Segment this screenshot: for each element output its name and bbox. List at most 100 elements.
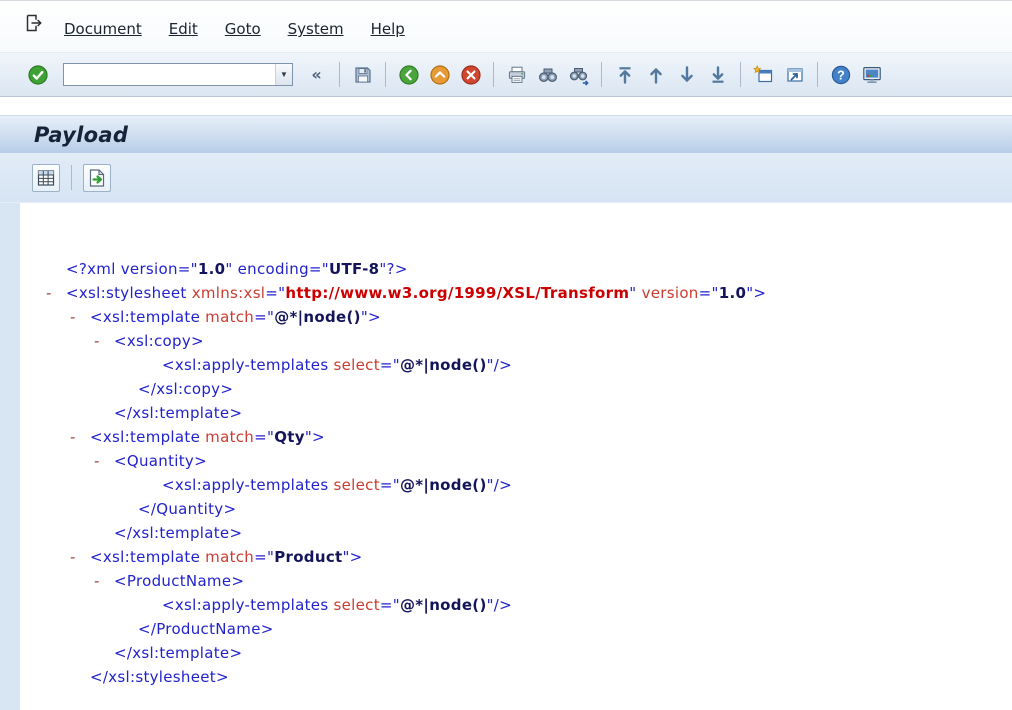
xml-token-tag: "/> — [487, 476, 512, 494]
grid-display-button[interactable] — [32, 164, 60, 192]
xml-token-tag: " — [629, 284, 641, 302]
xml-token-tag: "> — [746, 284, 766, 302]
page-up-icon — [645, 64, 667, 86]
xml-line: </xsl:stylesheet> — [46, 665, 1006, 689]
menu-item-help[interactable]: Help — [371, 20, 405, 38]
xml-line: -<ProductName> — [46, 569, 1006, 593]
binoculars-next-icon — [568, 64, 590, 86]
collapse-toggle[interactable]: - — [94, 569, 114, 593]
xml-line: </Quantity> — [46, 497, 1006, 521]
page-up-button[interactable] — [642, 61, 669, 88]
print-button[interactable] — [503, 61, 530, 88]
menu-item-document[interactable]: Document — [64, 20, 142, 38]
xml-line: -<xsl:copy> — [46, 329, 1006, 353]
xml-token-tag: "> — [305, 428, 325, 446]
xml-token-tag: "> — [361, 308, 381, 326]
xml-line: -<xsl:template match="Qty"> — [46, 425, 1006, 449]
xml-token-val: @*|node() — [400, 476, 487, 494]
xml-token-tag: </xsl:template> — [114, 644, 242, 662]
xml-token-attr: select — [334, 356, 380, 374]
toolbar-separator — [493, 62, 494, 87]
menu-bar-items: Document Edit Goto System Help — [64, 11, 432, 38]
xml-token-tag: =" — [265, 284, 285, 302]
cancel-button[interactable] — [457, 61, 484, 88]
xml-token-tag: <xsl:stylesheet — [66, 284, 192, 302]
xml-tree: <?xml version="1.0" encoding="UTF-8"?>-<… — [20, 203, 1012, 695]
printer-icon — [506, 64, 528, 86]
collapse-toggle[interactable]: - — [70, 305, 90, 329]
xml-token-tag: </Quantity> — [138, 500, 236, 518]
command-field: ▼ — [63, 63, 293, 86]
collapse-toggle[interactable]: - — [94, 329, 114, 353]
find-next-button[interactable] — [565, 61, 592, 88]
xml-token-val: Qty — [274, 428, 305, 446]
xml-token-val: Product — [274, 548, 342, 566]
back-circle-icon — [398, 64, 420, 86]
xml-line: <xsl:apply-templates select="@*|node()"/… — [46, 473, 1006, 497]
left-border-strip — [0, 203, 20, 710]
xml-line: -<Quantity> — [46, 449, 1006, 473]
export-payload-button[interactable] — [83, 164, 111, 192]
menu-item-system[interactable]: System — [288, 20, 344, 38]
menu-item-edit[interactable]: Edit — [169, 20, 198, 38]
collapse-toggle[interactable]: - — [46, 281, 66, 305]
menu-item-goto[interactable]: Goto — [225, 20, 261, 38]
exit-session-icon[interactable] — [22, 11, 46, 35]
toolbar-title-gap — [0, 97, 1012, 115]
exit-button[interactable] — [426, 61, 453, 88]
xml-token-tag: =" — [254, 428, 274, 446]
page-down-icon — [676, 64, 698, 86]
help-icon: ? — [830, 64, 852, 86]
xml-token-val: @*|node() — [400, 356, 487, 374]
page-export-icon — [86, 167, 108, 189]
xml-token-tag: <ProductName> — [114, 572, 244, 590]
xml-token-tag: =" — [380, 596, 400, 614]
sap-window: Document Edit Goto System Help ▼ «? Payload <… — [0, 0, 1012, 710]
exit-circle-icon — [429, 64, 451, 86]
first-page-button[interactable] — [611, 61, 638, 88]
xml-line: </xsl:template> — [46, 521, 1006, 545]
xml-token-tag: =" — [254, 308, 274, 326]
xml-token-val: 1.0 — [198, 260, 225, 278]
toolbar-separator — [740, 62, 741, 87]
xml-token-tag: "> — [342, 548, 362, 566]
toolbar-separator — [385, 62, 386, 87]
xml-token-attr: match — [205, 308, 254, 326]
xml-token-attr: xmlns:xsl — [192, 284, 266, 302]
xml-line: <?xml version="1.0" encoding="UTF-8"?> — [46, 257, 1006, 281]
xml-token-url: http://www.w3.org/1999/XSL/Transform — [285, 284, 629, 302]
xml-token-attr: version — [642, 284, 699, 302]
new-session-icon — [753, 64, 775, 86]
xml-token-tag: <xsl:template — [90, 308, 205, 326]
enter-button[interactable] — [24, 61, 51, 88]
back-button[interactable] — [395, 61, 422, 88]
floppy-icon — [352, 64, 374, 86]
save-button[interactable] — [349, 61, 376, 88]
last-page-button[interactable] — [704, 61, 731, 88]
customize-layout-button[interactable] — [858, 61, 885, 88]
xml-line: </xsl:template> — [46, 401, 1006, 425]
hide-command-field-button[interactable]: « — [303, 61, 330, 88]
xml-line: </ProductName> — [46, 617, 1006, 641]
collapse-toggle[interactable]: - — [94, 449, 114, 473]
xml-line: -<xsl:template match="@*|node()"> — [46, 305, 1006, 329]
xml-token-tag: </xsl:template> — [114, 404, 242, 422]
help-button[interactable]: ? — [827, 61, 854, 88]
title-bar: Payload — [0, 115, 1012, 153]
command-dropdown-button[interactable]: ▼ — [275, 64, 292, 85]
find-button[interactable] — [534, 61, 561, 88]
create-shortcut-button[interactable] — [781, 61, 808, 88]
xml-token-tag: "/> — [487, 596, 512, 614]
page-down-button[interactable] — [673, 61, 700, 88]
xml-line: <xsl:apply-templates select="@*|node()"/… — [46, 353, 1006, 377]
application-toolbar-items — [30, 164, 113, 192]
collapse-toggle[interactable]: - — [70, 545, 90, 569]
shortcut-icon — [784, 64, 806, 86]
page-last-icon — [707, 64, 729, 86]
new-session-button[interactable] — [750, 61, 777, 88]
xml-token-tag: <xsl:apply-templates — [162, 356, 334, 374]
collapse-toggle[interactable]: - — [70, 425, 90, 449]
content-area: <?xml version="1.0" encoding="UTF-8"?>-<… — [0, 203, 1012, 710]
command-input[interactable] — [64, 64, 275, 85]
xml-line: -<xsl:template match="Product"> — [46, 545, 1006, 569]
